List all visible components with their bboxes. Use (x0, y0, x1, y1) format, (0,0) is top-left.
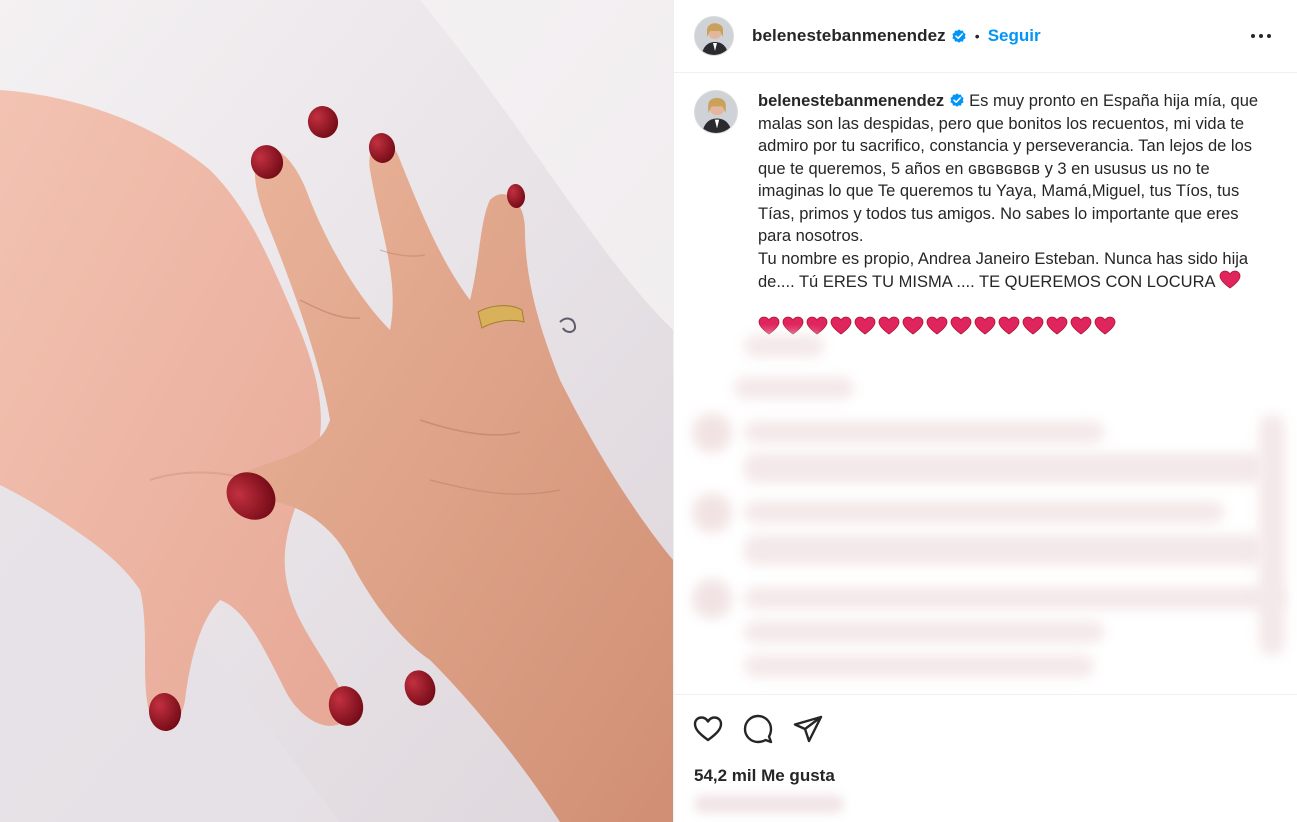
blurred-comment (744, 501, 1224, 523)
caption-body: Es muy pronto en España hija mía, que ma… (758, 92, 1259, 291)
comments-list-blurred (674, 325, 1297, 695)
action-icons-row (692, 713, 824, 745)
blurred-comment (734, 377, 854, 399)
author-username[interactable]: belenestebanmenendez (752, 26, 946, 46)
instagram-post-view: belenestebanmenendez • Seguir belenesteb… (0, 0, 1297, 822)
blurred-commenter-avatar (692, 579, 732, 619)
verified-badge-icon (952, 29, 966, 43)
blurred-comment (744, 621, 1104, 643)
paper-plane-icon[interactable] (792, 713, 824, 745)
blurred-commenter-avatar (692, 493, 732, 533)
post-photo[interactable] (0, 0, 673, 822)
blurred-scrollbar (1259, 415, 1285, 655)
blurred-comment (744, 453, 1264, 483)
post-header: belenestebanmenendez • Seguir (674, 0, 1297, 73)
blurred-commenter-avatar (692, 413, 732, 453)
author-avatar[interactable] (694, 16, 734, 56)
comment-bubble-icon[interactable] (742, 713, 774, 745)
blurred-comment (744, 535, 1264, 565)
blurred-comment (744, 655, 1094, 677)
verified-badge-icon (950, 93, 964, 107)
more-horizontal-icon[interactable] (1249, 24, 1273, 48)
blurred-comment (744, 587, 1284, 609)
likes-count[interactable]: 54,2 mil Me gusta (694, 766, 835, 786)
blurred-comment (744, 335, 824, 357)
red-heart-emoji-icon (1219, 270, 1241, 289)
blurred-comment (744, 421, 1104, 443)
hands-photo-illustration (0, 0, 673, 822)
caption-author-avatar[interactable] (694, 90, 738, 134)
blurred-post-date (694, 795, 844, 813)
caption-username[interactable]: belenestebanmenendez (758, 92, 944, 110)
header-separator: • (974, 28, 980, 44)
follow-button[interactable]: Seguir (988, 26, 1041, 46)
heart-outline-icon[interactable] (692, 713, 724, 745)
post-actions: 54,2 mil Me gusta (674, 694, 1297, 822)
post-side-panel: belenestebanmenendez • Seguir belenesteb… (673, 0, 1297, 822)
